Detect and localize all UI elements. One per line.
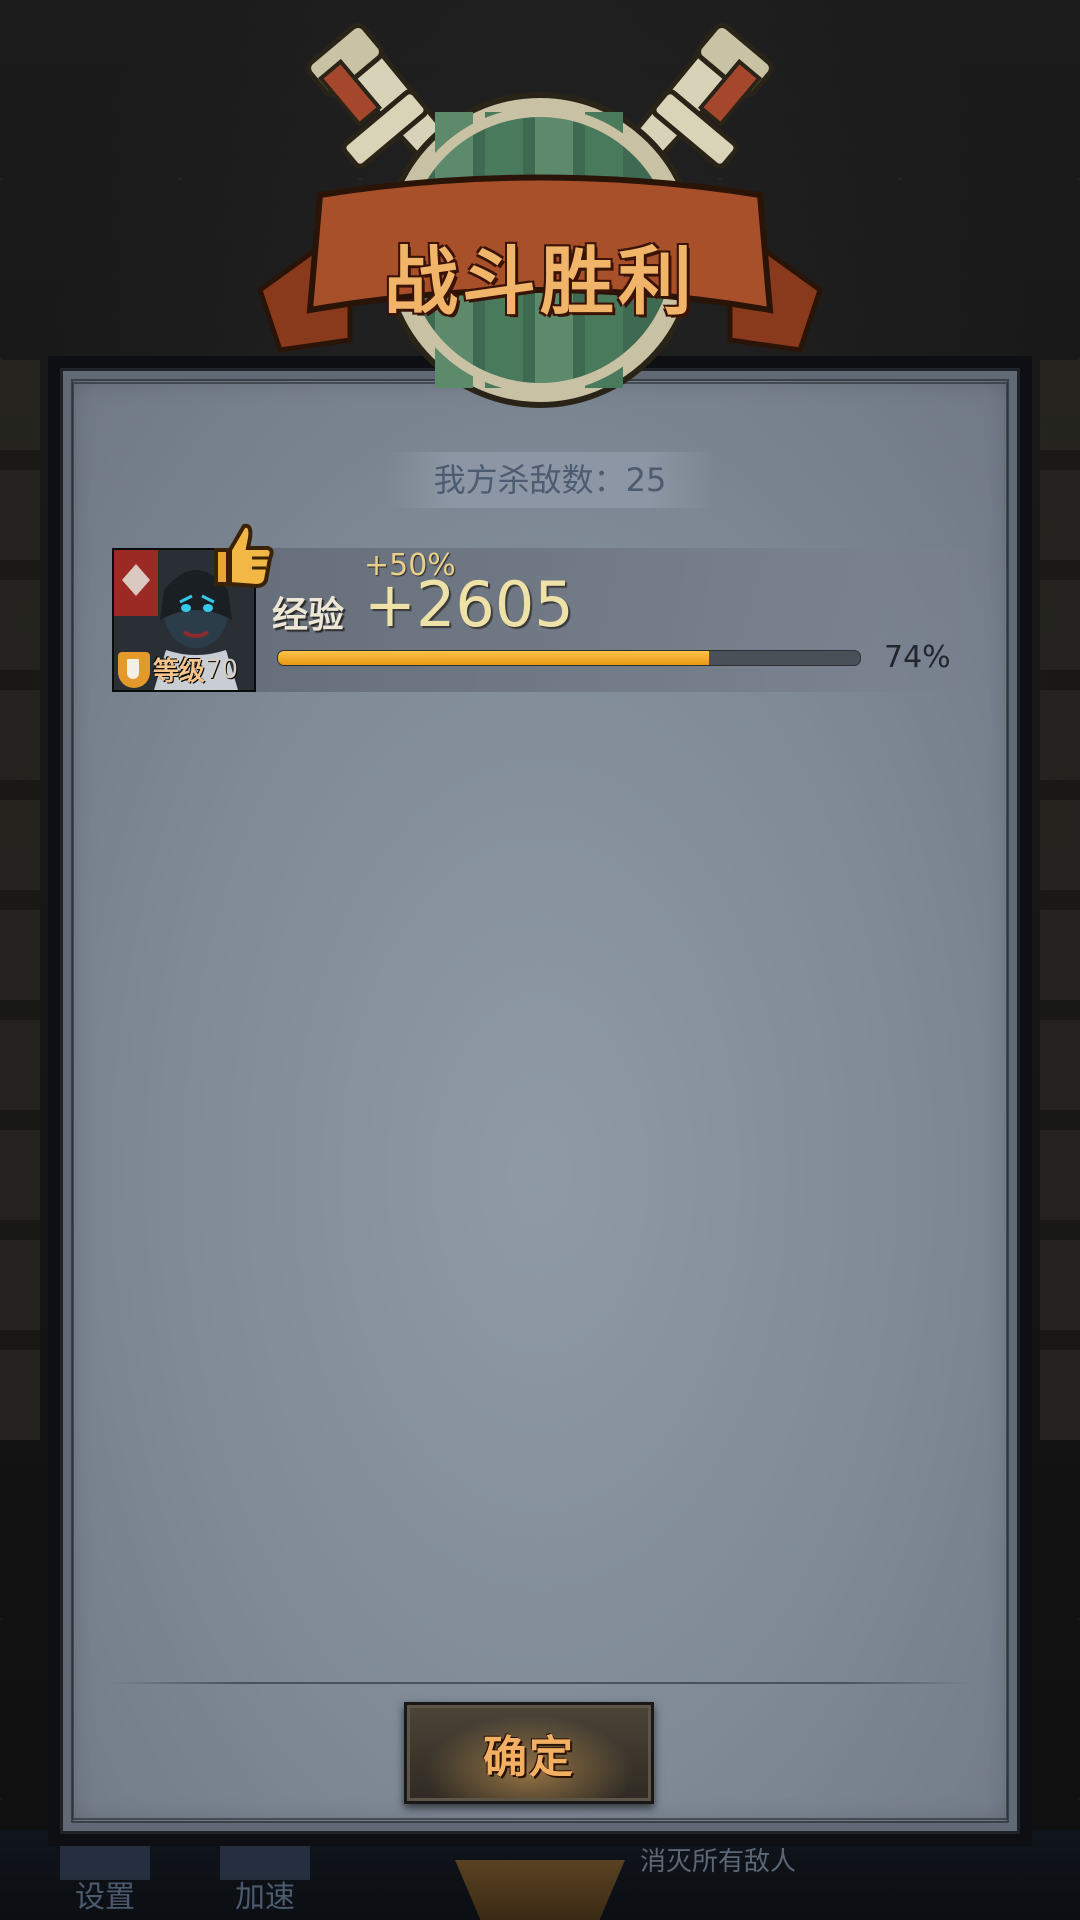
- level-label: 等级: [153, 657, 206, 687]
- button-divider: [110, 1682, 970, 1684]
- wall-left: [0, 360, 40, 1440]
- thumbs-up-icon: [214, 523, 274, 589]
- level-badge: 等级 70: [118, 651, 238, 688]
- kill-count: 我方杀敌数：25: [385, 452, 715, 508]
- exp-progress-bar: [277, 650, 861, 666]
- game-screen: 设置 加速 消灭所有敌人 战斗胜利 我方杀敌数：25 等级 70 +50% 经验…: [0, 0, 1080, 1920]
- hero-reward-row: 等级 70 +50% 经验 +2605 74%: [112, 523, 968, 692]
- victory-title: 战斗胜利: [384, 239, 696, 325]
- kill-all-label[interactable]: 消灭所有敌人: [640, 1841, 796, 1878]
- settings-label[interactable]: 设置: [75, 1872, 135, 1916]
- exp-percent: 74%: [884, 640, 951, 675]
- exp-label: 经验: [272, 595, 345, 636]
- reward-background: [252, 548, 968, 692]
- speed-label[interactable]: 加速: [235, 1872, 295, 1916]
- exp-progress-fill: [278, 651, 709, 665]
- center-hero-icon[interactable]: [455, 1860, 625, 1920]
- level-value: 70: [205, 654, 239, 685]
- confirm-button[interactable]: 确定: [404, 1702, 654, 1804]
- wall-right: [1040, 360, 1080, 1440]
- exp-gain: +2605: [364, 568, 574, 641]
- confirm-label: 确定: [483, 1732, 575, 1783]
- level-shield-icon: [118, 651, 150, 688]
